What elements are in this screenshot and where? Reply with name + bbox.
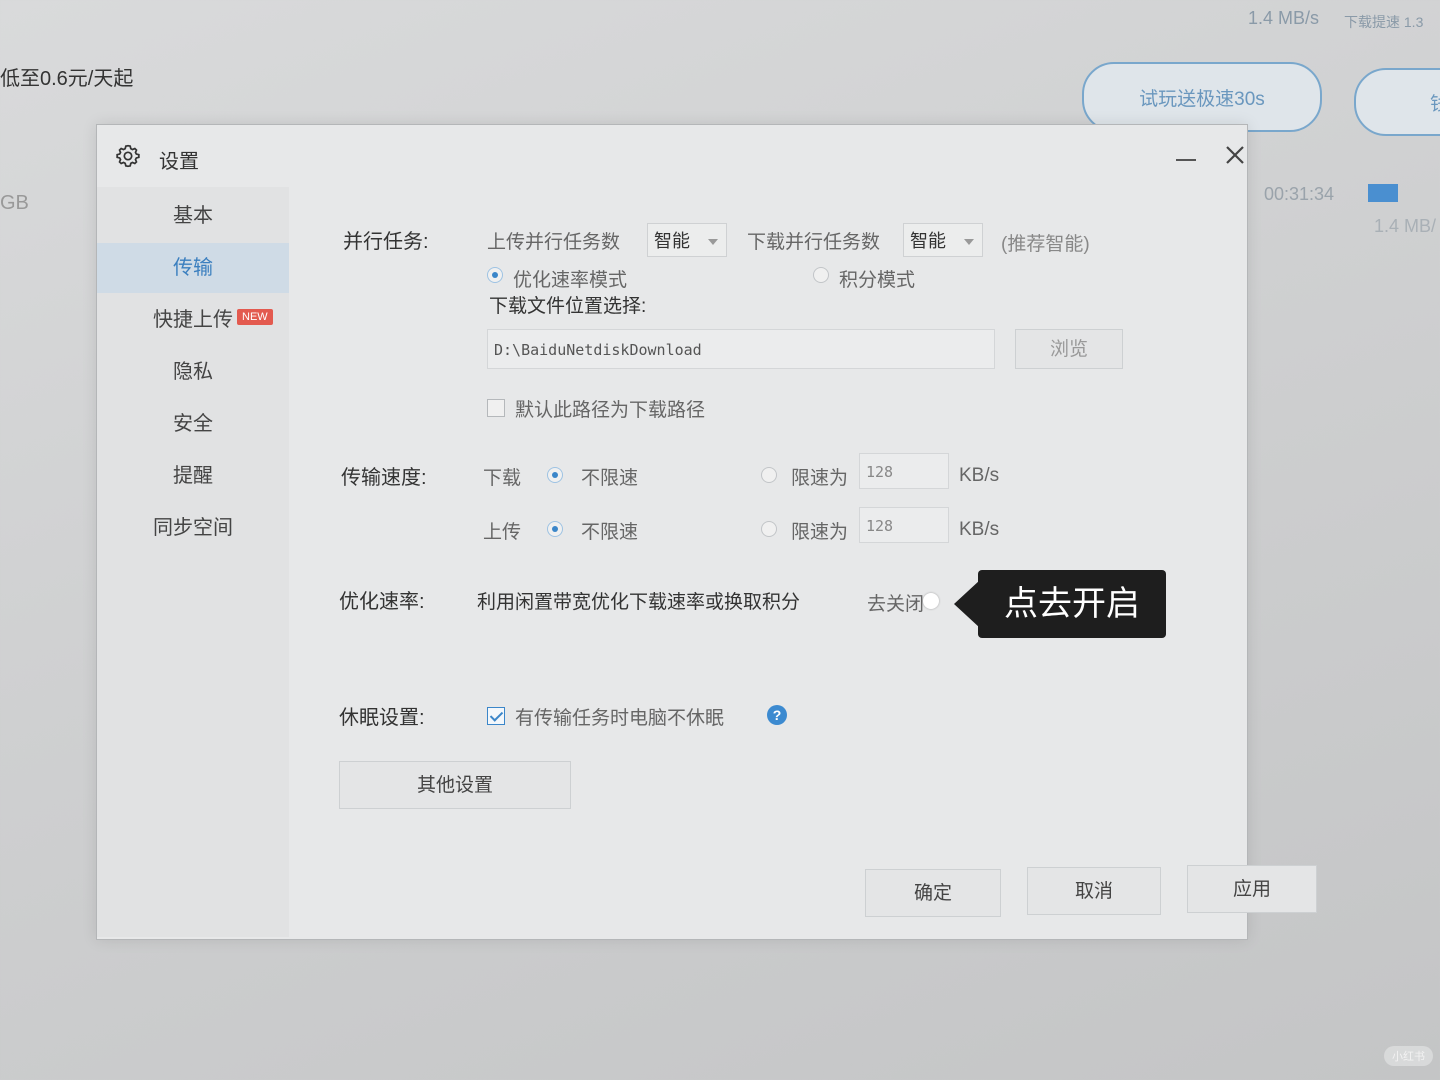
- elapsed-time: 00:31:34: [1264, 184, 1335, 204]
- ok-button[interactable]: 确定: [865, 869, 1001, 917]
- sidebar-item-basic[interactable]: 基本: [97, 191, 289, 241]
- download-unlimited-label: 不限速: [581, 468, 639, 489]
- annotation-callout: 点去开启: [978, 570, 1166, 638]
- sleep-settings-label: 休眠设置:: [339, 707, 425, 729]
- sidebar-item-privacy[interactable]: 隐私: [97, 347, 289, 397]
- other-settings-button[interactable]: 其他设置: [339, 761, 571, 809]
- parallel-tasks-label: 并行任务:: [343, 231, 429, 253]
- upload-limit-label: 限速为: [791, 522, 849, 543]
- download-parallel-label: 下载并行任务数: [747, 232, 881, 253]
- dialog-title: 设置: [159, 151, 199, 173]
- optimize-speed-mode-radio[interactable]: [487, 267, 503, 283]
- download-unlimited-radio[interactable]: [547, 467, 563, 483]
- download-limit-field[interactable]: 128: [859, 453, 949, 489]
- upload-parallel-label: 上传并行任务数: [487, 232, 621, 253]
- download-path-field[interactable]: D:\BaiduNetdiskDownload: [487, 329, 995, 369]
- default-path-label: 默认此路径为下载路径: [515, 400, 706, 421]
- minimize-icon[interactable]: [1173, 151, 1199, 165]
- gear-icon: [116, 144, 140, 168]
- new-badge: NEW: [237, 309, 273, 325]
- upload-limit-field[interactable]: 128: [859, 507, 949, 543]
- speedup-label: 下载提速 1.3: [1344, 14, 1424, 30]
- default-path-checkbox[interactable]: [487, 399, 505, 417]
- points-mode-label: 积分模式: [839, 270, 916, 291]
- chevron-down-icon: [708, 239, 718, 245]
- recommend-hint: (推荐智能): [1001, 234, 1090, 255]
- sidebar-item-reminder[interactable]: 提醒: [97, 451, 289, 501]
- help-icon[interactable]: ?: [767, 705, 787, 725]
- sidebar-item-label: 快捷上传: [153, 309, 233, 331]
- upload-speed-label: 上传: [483, 522, 522, 543]
- settings-content: 并行任务: 上传并行任务数 智能 下载并行任务数 智能 (推荐智能) 下载文件位…: [289, 187, 1317, 937]
- trial-speedup-button[interactable]: 试玩送极速30s: [1082, 62, 1322, 132]
- upload-parallel-select[interactable]: 智能: [647, 223, 727, 257]
- size-text: GB: [0, 192, 29, 214]
- download-parallel-value: 智能: [910, 231, 946, 251]
- sidebar-item-transfer[interactable]: 传输: [97, 243, 289, 293]
- settings-sidebar: 基本 传输 快捷上传 NEW 隐私 安全 提醒 同步空间: [97, 187, 289, 937]
- optimize-description: 利用闲置带宽优化下载速率或换取积分: [477, 592, 801, 613]
- browse-button[interactable]: 浏览: [1015, 329, 1123, 369]
- optimize-toggle[interactable]: [923, 593, 939, 609]
- close-icon[interactable]: [1221, 141, 1249, 169]
- apply-button[interactable]: 应用: [1187, 865, 1317, 913]
- sidebar-item-sync-space[interactable]: 同步空间: [97, 503, 289, 553]
- download-unit-label: KB/s: [959, 465, 1000, 486]
- transfer-speed-text: 1.4 MB/s: [1248, 8, 1320, 28]
- download-limit-radio[interactable]: [761, 467, 777, 483]
- download-location-label: 下载文件位置选择:: [489, 296, 647, 317]
- settings-dialog: 设置 基本 传输 快捷上传 NEW 隐私 安全 提醒 同步空间 并行任务: 上传…: [96, 124, 1317, 940]
- upload-unlimited-radio[interactable]: [547, 521, 563, 537]
- cancel-button[interactable]: 取消: [1027, 867, 1161, 915]
- row-speed-text: 1.4 MB/: [1374, 216, 1437, 236]
- sidebar-item-security[interactable]: 安全: [97, 399, 289, 449]
- upload-parallel-value: 智能: [654, 231, 690, 251]
- download-limit-label: 限速为: [791, 468, 849, 489]
- partial-button-label: 钱: [1430, 93, 1440, 115]
- upload-unlimited-label: 不限速: [581, 522, 639, 543]
- no-sleep-checkbox[interactable]: [487, 707, 505, 725]
- upload-limit-radio[interactable]: [761, 521, 777, 537]
- optimize-speed-mode-label: 优化速率模式: [513, 270, 628, 291]
- partial-button[interactable]: 钱: [1354, 68, 1440, 136]
- dialog-titlebar: 设置: [97, 125, 1247, 187]
- progress-indicator: [1368, 184, 1398, 202]
- callout-arrow: [954, 580, 980, 628]
- points-mode-radio[interactable]: [813, 267, 829, 283]
- optimize-rate-label: 优化速率:: [339, 591, 425, 613]
- optimize-toggle-text[interactable]: 去关闭: [867, 589, 924, 616]
- chevron-down-icon: [964, 239, 974, 245]
- upload-unit-label: KB/s: [959, 519, 1000, 540]
- transfer-speed-label: 传输速度:: [341, 467, 427, 489]
- watermark: 小红书: [1384, 1046, 1433, 1066]
- sidebar-item-quick-upload[interactable]: 快捷上传 NEW: [97, 295, 289, 345]
- no-sleep-label: 有传输任务时电脑不休眠: [515, 708, 725, 729]
- download-parallel-select[interactable]: 智能: [903, 223, 983, 257]
- promo-price-text: 低至0.6元/天起: [0, 68, 134, 90]
- download-speed-label: 下载: [483, 468, 522, 489]
